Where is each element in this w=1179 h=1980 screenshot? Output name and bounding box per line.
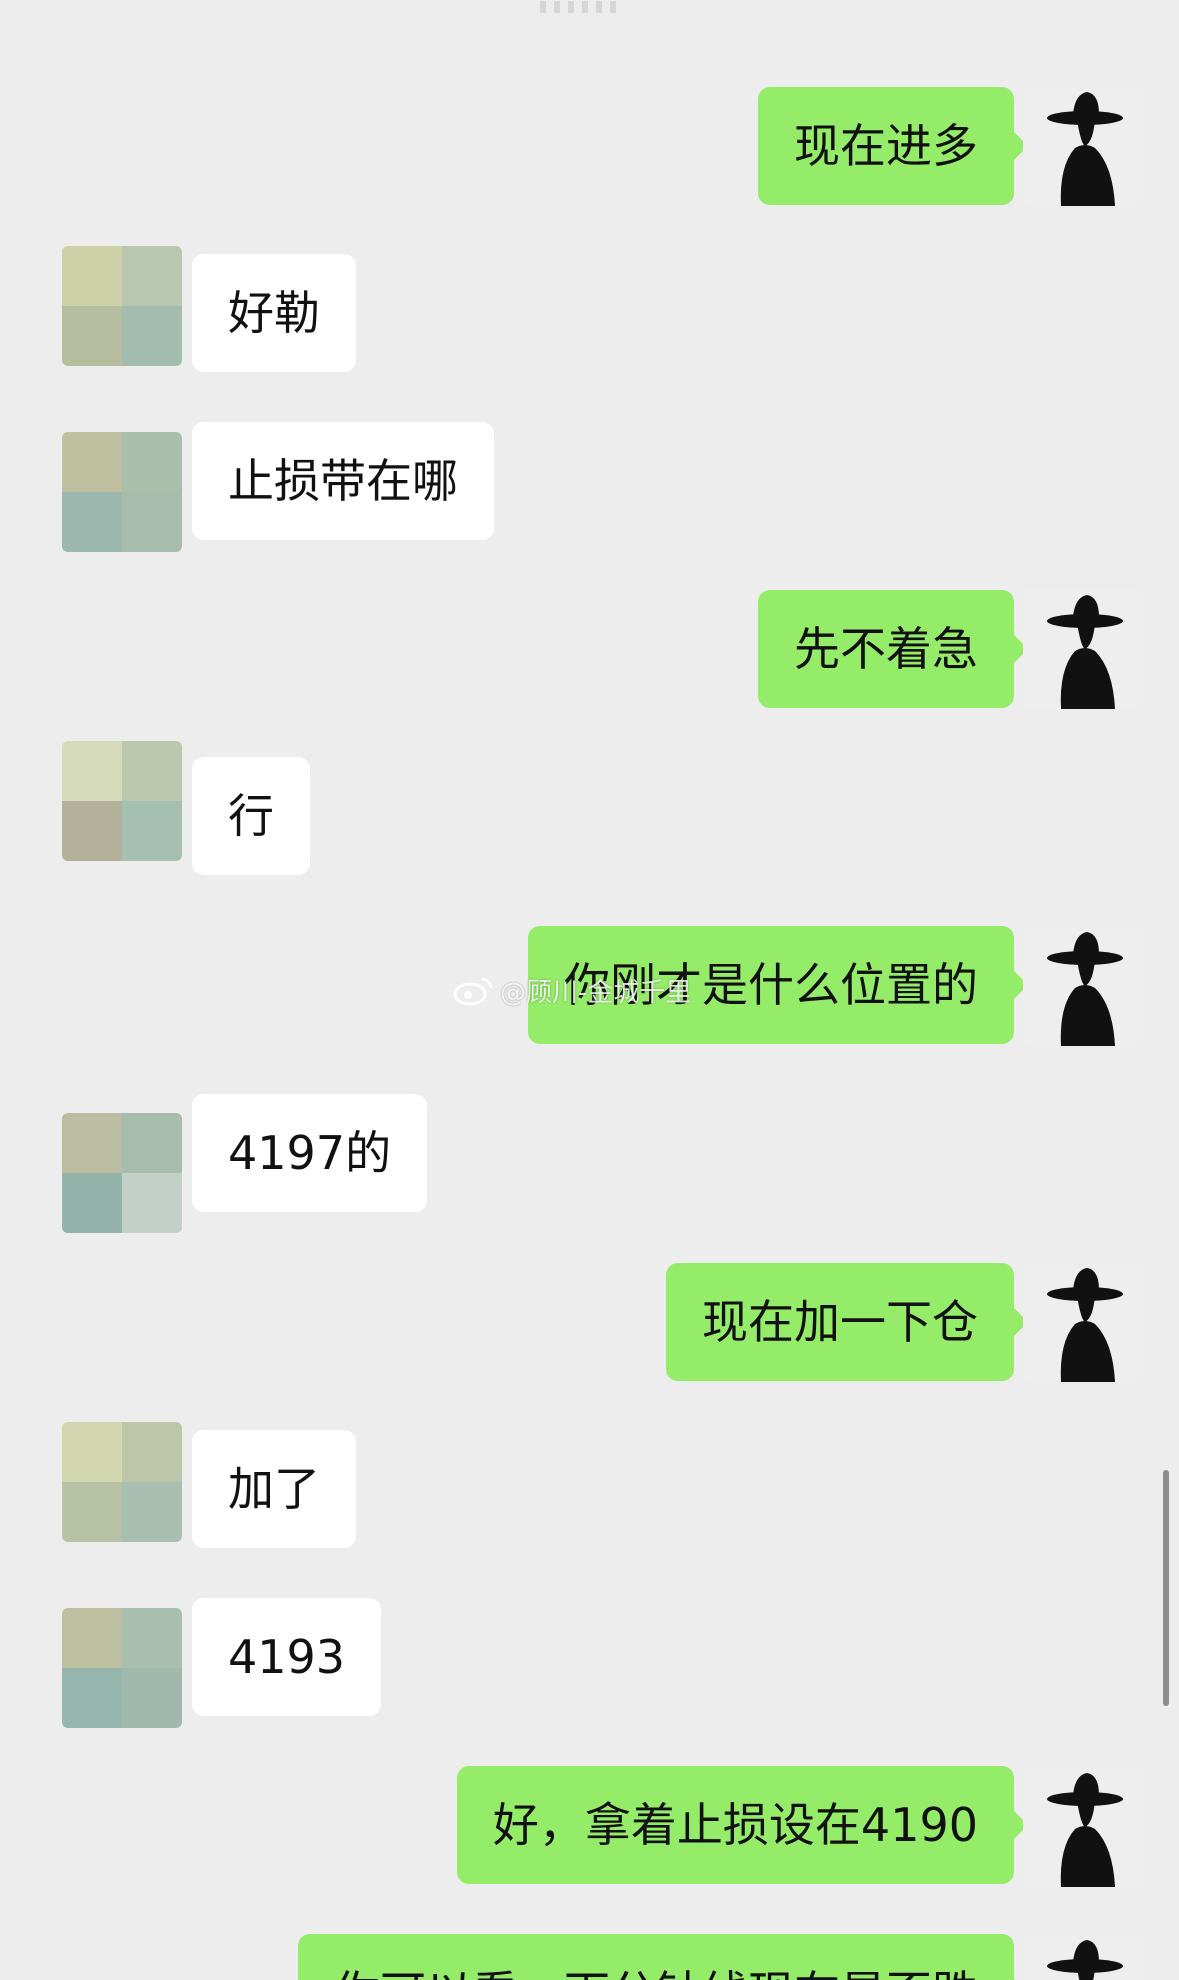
message-row: 现在加一下仓 <box>0 1262 1179 1382</box>
chat-area[interactable]: 现在进多 好勒 止损带在哪 先不着急 行 你刚才是什么位置的 4197的 现在加… <box>0 0 1179 1980</box>
message-row: 现在进多 <box>0 86 1179 206</box>
my-avatar[interactable] <box>1023 86 1143 206</box>
incoming-message-bubble[interactable]: 4193 <box>192 1598 382 1716</box>
my-avatar[interactable] <box>1023 926 1143 1046</box>
silhouette-icon <box>1023 589 1143 709</box>
contact-avatar[interactable] <box>62 432 182 552</box>
incoming-message-bubble[interactable]: 加了 <box>192 1430 356 1548</box>
my-avatar[interactable] <box>1023 1934 1143 1980</box>
silhouette-icon <box>1023 1767 1143 1887</box>
silhouette-icon <box>1023 1934 1143 1980</box>
message-row: 先不着急 <box>0 589 1179 709</box>
message-row: 加了 <box>0 1422 1179 1548</box>
incoming-message-bubble[interactable]: 4197的 <box>192 1094 428 1212</box>
silhouette-icon <box>1023 1262 1143 1382</box>
outgoing-message-bubble[interactable]: 你可以看一下分钟线现在是否跌 <box>298 1934 1028 1980</box>
incoming-message-bubble[interactable]: 行 <box>192 757 310 875</box>
scrollbar[interactable] <box>1163 1470 1169 1706</box>
my-avatar[interactable] <box>1023 1767 1143 1887</box>
my-avatar[interactable] <box>1023 589 1143 709</box>
contact-avatar[interactable] <box>62 1422 182 1542</box>
incoming-message-bubble[interactable]: 好勒 <box>192 254 356 372</box>
top-indicator <box>540 0 640 14</box>
incoming-message-bubble[interactable]: 止损带在哪 <box>192 422 494 540</box>
outgoing-message-bubble[interactable]: 先不着急 <box>758 590 1028 708</box>
message-row: 你可以看一下分钟线现在是否跌 <box>0 1934 1179 1980</box>
contact-avatar[interactable] <box>62 741 182 861</box>
message-row: 4193 <box>0 1598 1179 1732</box>
silhouette-icon <box>1023 926 1143 1046</box>
contact-avatar[interactable] <box>62 1608 182 1728</box>
contact-avatar[interactable] <box>62 246 182 366</box>
contact-avatar[interactable] <box>62 1113 182 1233</box>
outgoing-message-bubble[interactable]: 你刚才是什么位置的 <box>528 926 1028 1044</box>
silhouette-icon <box>1023 86 1143 206</box>
message-row: 止损带在哪 <box>0 422 1179 556</box>
outgoing-message-bubble[interactable]: 现在加一下仓 <box>666 1263 1028 1381</box>
message-row: 行 <box>0 741 1179 875</box>
message-row: 4197的 <box>0 1094 1179 1237</box>
outgoing-message-bubble[interactable]: 好，拿着止损设在4190 <box>456 1766 1029 1884</box>
outgoing-message-bubble[interactable]: 现在进多 <box>758 87 1028 205</box>
message-row: 你刚才是什么位置的 <box>0 926 1179 1046</box>
message-row: 好勒 <box>0 246 1179 372</box>
message-row: 好，拿着止损设在4190 <box>0 1766 1179 1887</box>
my-avatar[interactable] <box>1023 1262 1143 1382</box>
